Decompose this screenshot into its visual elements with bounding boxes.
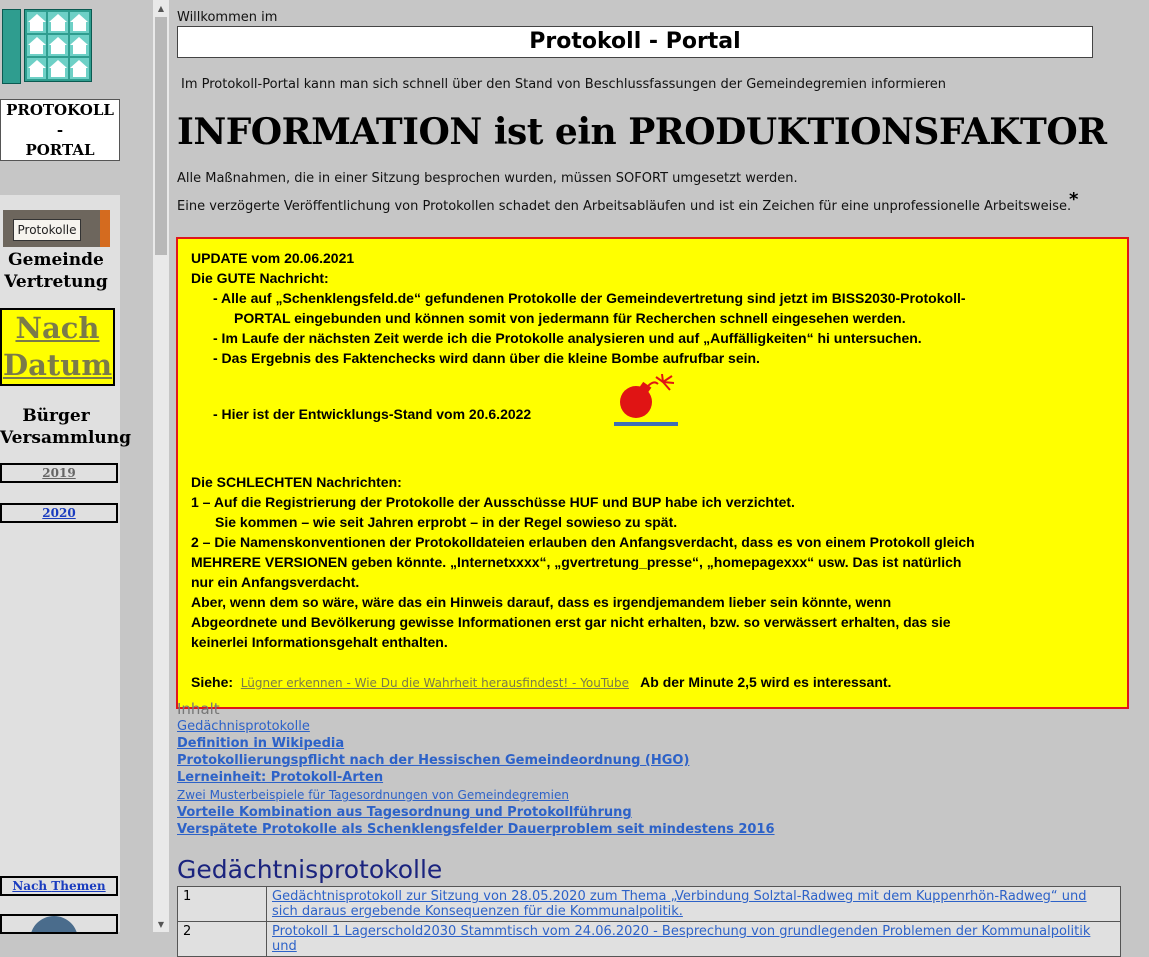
toc-item-6: Vorteile Kombination aus Tagesordnung un…: [177, 805, 632, 820]
protocol-link-2[interactable]: Protokoll 1 Lagerschold2030 Stammtisch v…: [272, 924, 1090, 954]
table-row: 1 Gedächtnisprotokoll zur Sitzung von 28…: [177, 886, 1121, 922]
sidebar-gemeinde-vertretung[interactable]: Gemeinde Vertretung: [0, 249, 112, 293]
nach-datum-link[interactable]: Nach Datum: [2, 310, 113, 384]
nach-themen-box: Nach Themen: [0, 876, 118, 896]
gemeinde-line2: Vertretung: [4, 272, 108, 292]
toc-link-4[interactable]: Lerneinheit: Protokoll-Arten: [177, 770, 383, 785]
nach-themen-link[interactable]: Nach Themen: [12, 879, 105, 893]
portal-line2: -: [56, 121, 64, 139]
table-cell-num: 1: [177, 886, 267, 922]
portal-line1: PROTOKOLL: [6, 101, 114, 119]
table-row: 2 Protokoll 1 Lagerschold2030 Stammtisch…: [177, 921, 1121, 957]
siehe-line: Siehe: Lügner erkennen - Wie Du die Wahr…: [191, 674, 891, 690]
themen-word2: Themen: [51, 879, 106, 893]
bad-news-3-cont2: keinerlei Informationsgehalt enthalten.: [191, 634, 448, 650]
year-2020-box: 2020: [0, 503, 118, 523]
year-2020-link[interactable]: 2020: [42, 506, 75, 520]
scroll-up-icon[interactable]: ▲: [153, 2, 169, 16]
toc-link-2[interactable]: Definition in Wikipedia: [177, 736, 344, 751]
toc-heading: Inhalt: [177, 700, 220, 718]
scroll-down-icon[interactable]: ▼: [153, 918, 169, 932]
sidebar-bottom-box[interactable]: [0, 914, 118, 934]
bad-news-2-cont2: nur ein Anfangsverdacht.: [191, 574, 360, 590]
scroll-thumb[interactable]: [155, 17, 167, 255]
toc-item-2: Definition in Wikipedia: [177, 736, 344, 751]
good-news-item-1: - Alle auf „Schenklengsfeld.de“ gefunden…: [213, 290, 966, 306]
page-title: Protokoll - Portal: [177, 26, 1093, 58]
toc-item-3: Protokollierungspflicht nach der Hessisc…: [177, 753, 689, 768]
bad-news-2: 2 – Die Namenskonventionen der Protokoll…: [191, 534, 975, 550]
avatar-icon: [30, 916, 78, 932]
table-cell-text: Gedächtnisprotokoll zur Sitzung von 28.0…: [266, 886, 1121, 922]
protokolle-image[interactable]: Protokolle: [3, 210, 110, 247]
bad-news-heading: Die SCHLECHTEN Nachrichten:: [191, 474, 402, 490]
toc-link-6[interactable]: Vorteile Kombination aus Tagesordnung un…: [177, 805, 632, 820]
intro-text: Im Protokoll-Portal kann man sich schnel…: [181, 77, 947, 92]
toc-item-4: Lerneinheit: Protokoll-Arten: [177, 770, 383, 785]
table-cell-text: Protokoll 1 Lagerschold2030 Stammtisch v…: [266, 921, 1121, 957]
gemeinde-line1: Gemeinde: [8, 250, 104, 270]
good-news-item-2: - Im Laufe der nächsten Zeit werde ich d…: [213, 330, 922, 346]
siehe-after: Ab der Minute 2,5 wird es interessant.: [640, 674, 892, 690]
toc-link-1[interactable]: Gedächnisprotokolle: [177, 719, 310, 734]
year-2019-box: 2019: [0, 463, 118, 483]
good-news-item-4: - Hier ist der Entwicklungs-Stand vom 20…: [213, 406, 532, 422]
update-date: UPDATE vom 20.06.2021: [191, 250, 355, 266]
portal-line3: PORTAL: [25, 141, 95, 159]
good-news-item-3: - Das Ergebnis des Faktenchecks wird dan…: [213, 350, 760, 366]
info-line-1: Alle Maßnahmen, die in einer Sitzung bes…: [177, 171, 798, 186]
bad-news-2-cont: MEHRERE VERSIONEN geben könnte. „Interne…: [191, 554, 962, 570]
year-2019-link[interactable]: 2019: [42, 466, 75, 480]
main-heading: INFORMATION ist ein PRODUKTIONSFAKTOR: [177, 111, 1107, 153]
gedaechtnis-heading: Gedächtnisprotokolle: [177, 855, 443, 884]
themen-word1: Nach: [12, 879, 48, 893]
good-news-heading: Die GUTE Nachricht:: [191, 270, 329, 286]
logo-strip-icon: [2, 9, 21, 84]
toc-link-7[interactable]: Verspätete Protokolle als Schenklengsfel…: [177, 822, 775, 837]
good-news-item-1-cont: PORTAL eingebunden und können somit von …: [234, 310, 906, 326]
toc-link-3[interactable]: Protokollierungspflicht nach der Hessisc…: [177, 753, 689, 768]
bad-news-1-cont: Sie kommen – wie seit Jahren erprobt – i…: [215, 514, 678, 530]
buerger-line1: Bürger: [22, 406, 90, 426]
bad-news-1: 1 – Auf die Registrierung der Protokolle…: [191, 494, 795, 510]
sidebar-buerger-versammlung: Bürger Versammlung: [0, 405, 132, 449]
footnote-star: *: [1069, 189, 1079, 210]
nach-datum-box: Nach Datum: [0, 308, 115, 386]
siehe-label: Siehe:: [191, 674, 234, 690]
gedaechtnis-table: 1 Gedächtnisprotokoll zur Sitzung von 28…: [177, 886, 1121, 957]
bomb-icon[interactable]: [614, 374, 680, 428]
welcome-text: Willkommen im: [177, 10, 278, 25]
houses-logo-icon[interactable]: [24, 9, 92, 82]
nach-datum-line2: Datum: [2, 348, 113, 382]
sidebar-panel: [0, 195, 120, 932]
toc-item-7: Verspätete Protokolle als Schenklengsfel…: [177, 822, 775, 837]
bad-news-3: Aber, wenn dem so wäre, wäre das ein Hin…: [191, 594, 892, 610]
toc-link-5[interactable]: Zwei Musterbeispiele für Tagesordnungen …: [177, 788, 569, 802]
binder-spine-icon: [100, 210, 110, 247]
portal-title-box[interactable]: PROTOKOLL - PORTAL: [0, 99, 120, 161]
nach-datum-line1: Nach: [15, 311, 100, 345]
info-line-2: Eine verzögerte Veröffentlichung von Pro…: [177, 199, 1072, 214]
buerger-line2: Versammlung: [0, 428, 132, 448]
bad-news-3-cont: Abgeordnete und Bevölkerung gewisse Info…: [191, 614, 951, 630]
protocol-link-1[interactable]: Gedächtnisprotokoll zur Sitzung von 28.0…: [272, 889, 1087, 919]
protokolle-label: Protokolle: [13, 219, 81, 241]
youtube-link[interactable]: Lügner erkennen - Wie Du die Wahrheit he…: [241, 676, 629, 690]
table-cell-num: 2: [177, 921, 267, 957]
toc-item-5: Zwei Musterbeispiele für Tagesordnungen …: [177, 788, 569, 802]
toc-item-1: Gedächnisprotokolle: [177, 719, 310, 734]
